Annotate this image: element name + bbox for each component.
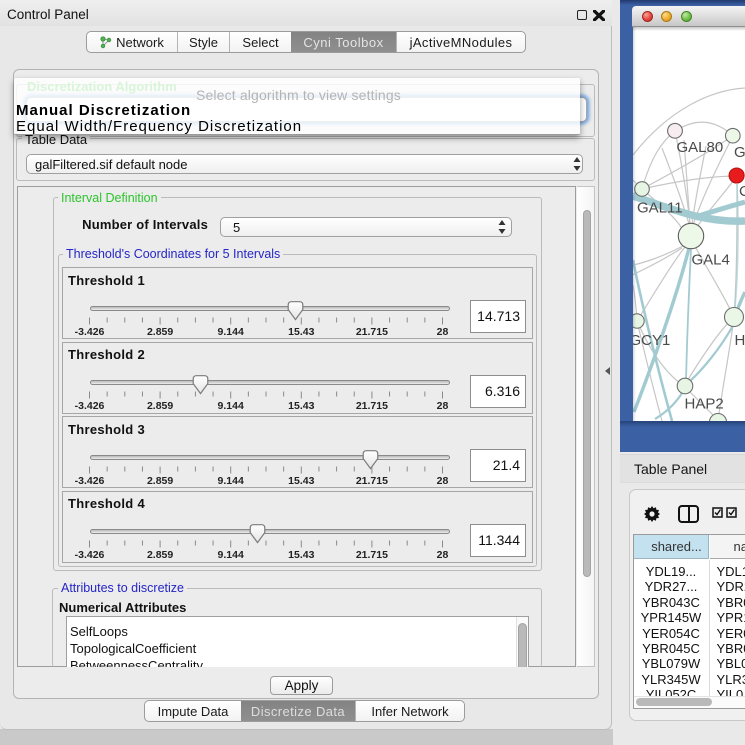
svg-text:GAL11: GAL11 xyxy=(637,200,683,217)
svg-text:GA: GA xyxy=(734,144,745,161)
svg-text:HAP2: HAP2 xyxy=(685,396,724,413)
svg-text:C: C xyxy=(739,183,745,200)
svg-text:GAL80: GAL80 xyxy=(677,139,724,156)
svg-text:GAL4: GAL4 xyxy=(692,252,730,269)
svg-text:GCY1: GCY1 xyxy=(633,332,670,349)
svg-text:H: H xyxy=(735,332,745,349)
